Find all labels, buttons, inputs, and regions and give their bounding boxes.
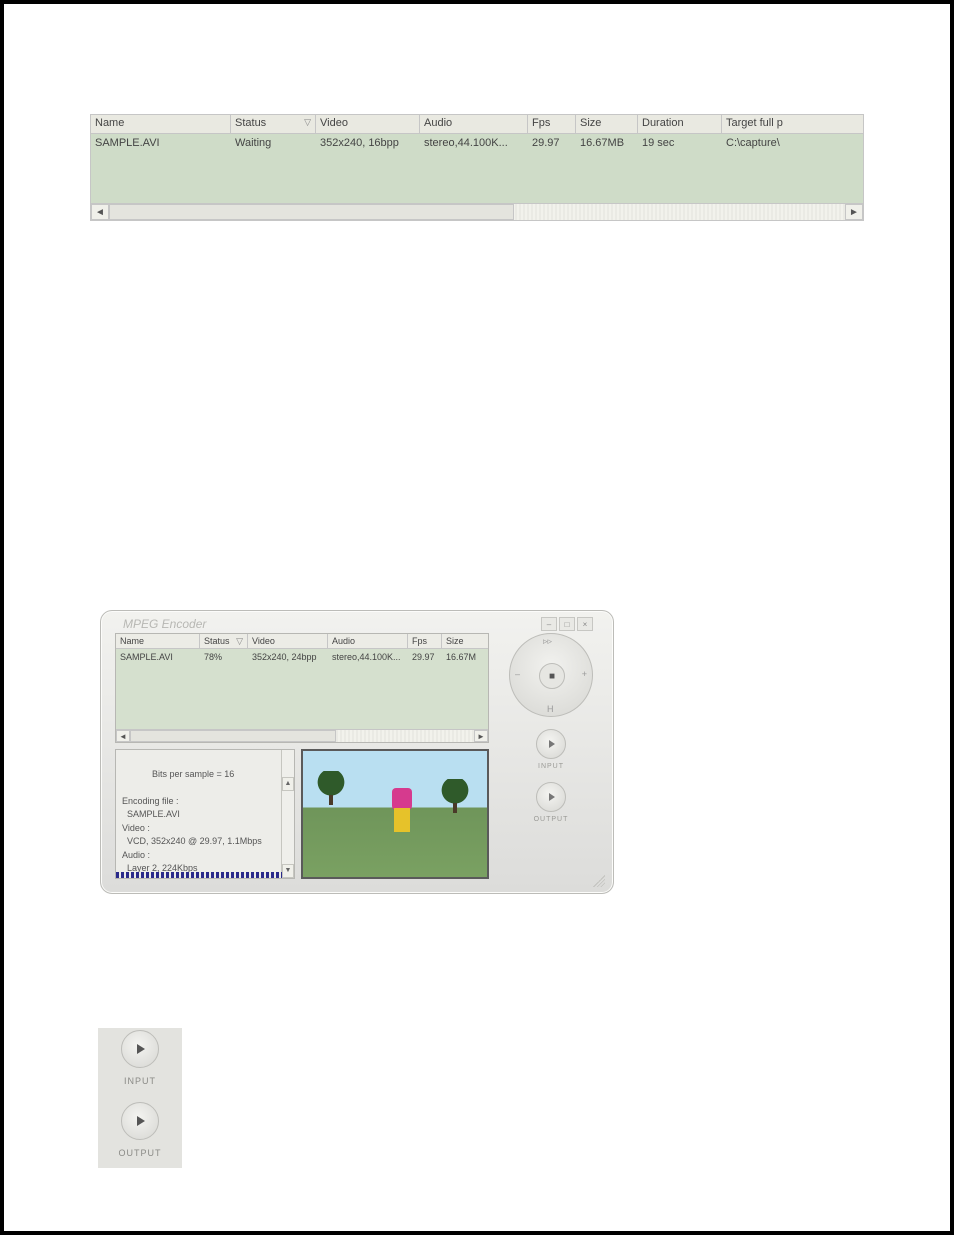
cell-status: Waiting — [231, 135, 316, 151]
sort-indicator-icon: ▽ — [304, 117, 311, 128]
encoder-log-panel: Bits per sample = 16 Encoding file : SAM… — [115, 749, 295, 879]
enc-col-fps[interactable]: Fps — [408, 634, 442, 648]
input-output-detail: INPUT OUTPUT — [98, 1028, 182, 1168]
play-output-label: OUTPUT — [534, 816, 569, 823]
column-header-status[interactable]: Status ▽ — [231, 115, 316, 133]
enc-cell-video: 352x240, 24bpp — [248, 650, 328, 664]
encoder-control-panel: ▹▹ H – + ■ INPUT OUTPUT — [503, 633, 599, 881]
encoder-left-pane: Name Status ▽ Video Audio Fps Size SAMPL… — [115, 633, 489, 881]
scroll-track[interactable] — [130, 730, 474, 742]
file-list-header: Name Status ▽ Video Audio Fps Size Durat… — [91, 115, 863, 134]
scroll-track[interactable] — [109, 204, 845, 220]
enc-cell-name: SAMPLE.AVI — [116, 650, 200, 664]
play-output-label-large: OUTPUT — [119, 1148, 162, 1158]
column-header-size[interactable]: Size — [576, 115, 638, 133]
golfer-legs — [394, 808, 410, 832]
cell-duration: 19 sec — [638, 135, 722, 151]
encode-progress-bar — [116, 872, 282, 878]
scroll-up-icon[interactable]: ▲ — [282, 777, 294, 791]
video-preview — [301, 749, 489, 879]
enc-cell-fps: 29.97 — [408, 650, 442, 664]
scroll-thumb[interactable] — [109, 204, 514, 220]
column-header-audio[interactable]: Audio — [420, 115, 528, 133]
encoder-file-row[interactable]: SAMPLE.AVI 78% 352x240, 24bpp stereo,44.… — [116, 649, 488, 664]
encoder-file-list: Name Status ▽ Video Audio Fps Size SAMPL… — [115, 633, 489, 743]
scroll-thumb[interactable] — [130, 730, 336, 742]
close-icon[interactable]: × — [577, 617, 593, 631]
file-list-body: SAMPLE.AVI Waiting 352x240, 16bpp stereo… — [91, 134, 863, 202]
enc-col-size[interactable]: Size — [442, 634, 488, 648]
column-header-video[interactable]: Video — [316, 115, 420, 133]
play-input-label: INPUT — [538, 763, 564, 770]
column-header-fps[interactable]: Fps — [528, 115, 576, 133]
enc-col-status[interactable]: Status ▽ — [200, 634, 248, 648]
encoder-header-row: Name Status ▽ Video Audio Fps Size — [116, 634, 488, 649]
horizontal-scrollbar[interactable]: ◄ ► — [91, 203, 863, 220]
column-header-name[interactable]: Name — [91, 115, 231, 133]
play-input-button[interactable] — [536, 729, 566, 759]
maximize-icon[interactable]: □ — [559, 617, 575, 631]
enc-col-audio[interactable]: Audio — [328, 634, 408, 648]
column-header-status-label: Status — [235, 117, 266, 129]
golfer-torso — [392, 788, 412, 810]
encoder-horizontal-scrollbar[interactable]: ◄ ► — [116, 729, 488, 742]
encoder-log-text: Bits per sample = 16 Encoding file : SAM… — [122, 769, 262, 874]
scroll-right-icon[interactable]: ► — [845, 204, 863, 220]
enc-col-name[interactable]: Name — [116, 634, 200, 648]
source-file-list: Name Status ▽ Video Audio Fps Size Durat… — [90, 114, 864, 221]
enc-cell-audio: stereo,44.100K... — [328, 650, 408, 664]
play-output-button[interactable] — [536, 782, 566, 812]
scroll-left-icon[interactable]: ◄ — [116, 730, 130, 742]
play-input-button-large[interactable] — [121, 1030, 159, 1068]
file-list-row[interactable]: SAMPLE.AVI Waiting 352x240, 16bpp stereo… — [91, 134, 863, 151]
play-output-button-large[interactable] — [121, 1102, 159, 1140]
sort-indicator-icon: ▽ — [236, 636, 243, 647]
navpad-right-icon[interactable]: + — [582, 669, 587, 679]
cell-video: 352x240, 16bpp — [316, 135, 420, 151]
tree-icon — [317, 771, 345, 799]
scroll-down-icon[interactable]: ▼ — [282, 864, 294, 878]
cell-fps: 29.97 — [528, 135, 576, 151]
cell-audio: stereo,44.100K... — [420, 135, 528, 151]
navpad-down-icon[interactable]: H — [547, 704, 554, 714]
scroll-right-icon[interactable]: ► — [474, 730, 488, 742]
navpad-up-icon[interactable]: ▹▹ — [543, 636, 552, 647]
navigation-pad[interactable]: ▹▹ H – + ■ — [509, 633, 593, 717]
play-input-label-large: INPUT — [124, 1076, 156, 1086]
scroll-left-icon[interactable]: ◄ — [91, 204, 109, 220]
log-vertical-scrollbar[interactable]: ▲ ▼ — [281, 750, 294, 878]
window-title: MPEG Encoder — [101, 611, 613, 631]
golfer-figure — [388, 784, 414, 842]
window-control-buttons: – □ × — [541, 617, 593, 631]
minimize-icon[interactable]: – — [541, 617, 557, 631]
navpad-left-icon[interactable]: – — [515, 669, 520, 679]
resize-grip-icon[interactable] — [593, 875, 605, 887]
column-header-target[interactable]: Target full p — [722, 115, 863, 133]
cell-size: 16.67MB — [576, 135, 638, 151]
cell-name: SAMPLE.AVI — [91, 135, 231, 151]
stop-button-icon[interactable]: ■ — [539, 663, 565, 689]
cell-target: C:\capture\ — [722, 135, 863, 151]
tree-icon — [441, 779, 469, 807]
column-header-duration[interactable]: Duration — [638, 115, 722, 133]
enc-col-status-label: Status — [204, 636, 230, 646]
enc-cell-status: 78% — [200, 650, 248, 664]
enc-cell-size: 16.67M — [442, 650, 488, 664]
mpeg-encoder-window: MPEG Encoder – □ × Name Status ▽ Video A… — [100, 610, 614, 894]
enc-col-video[interactable]: Video — [248, 634, 328, 648]
